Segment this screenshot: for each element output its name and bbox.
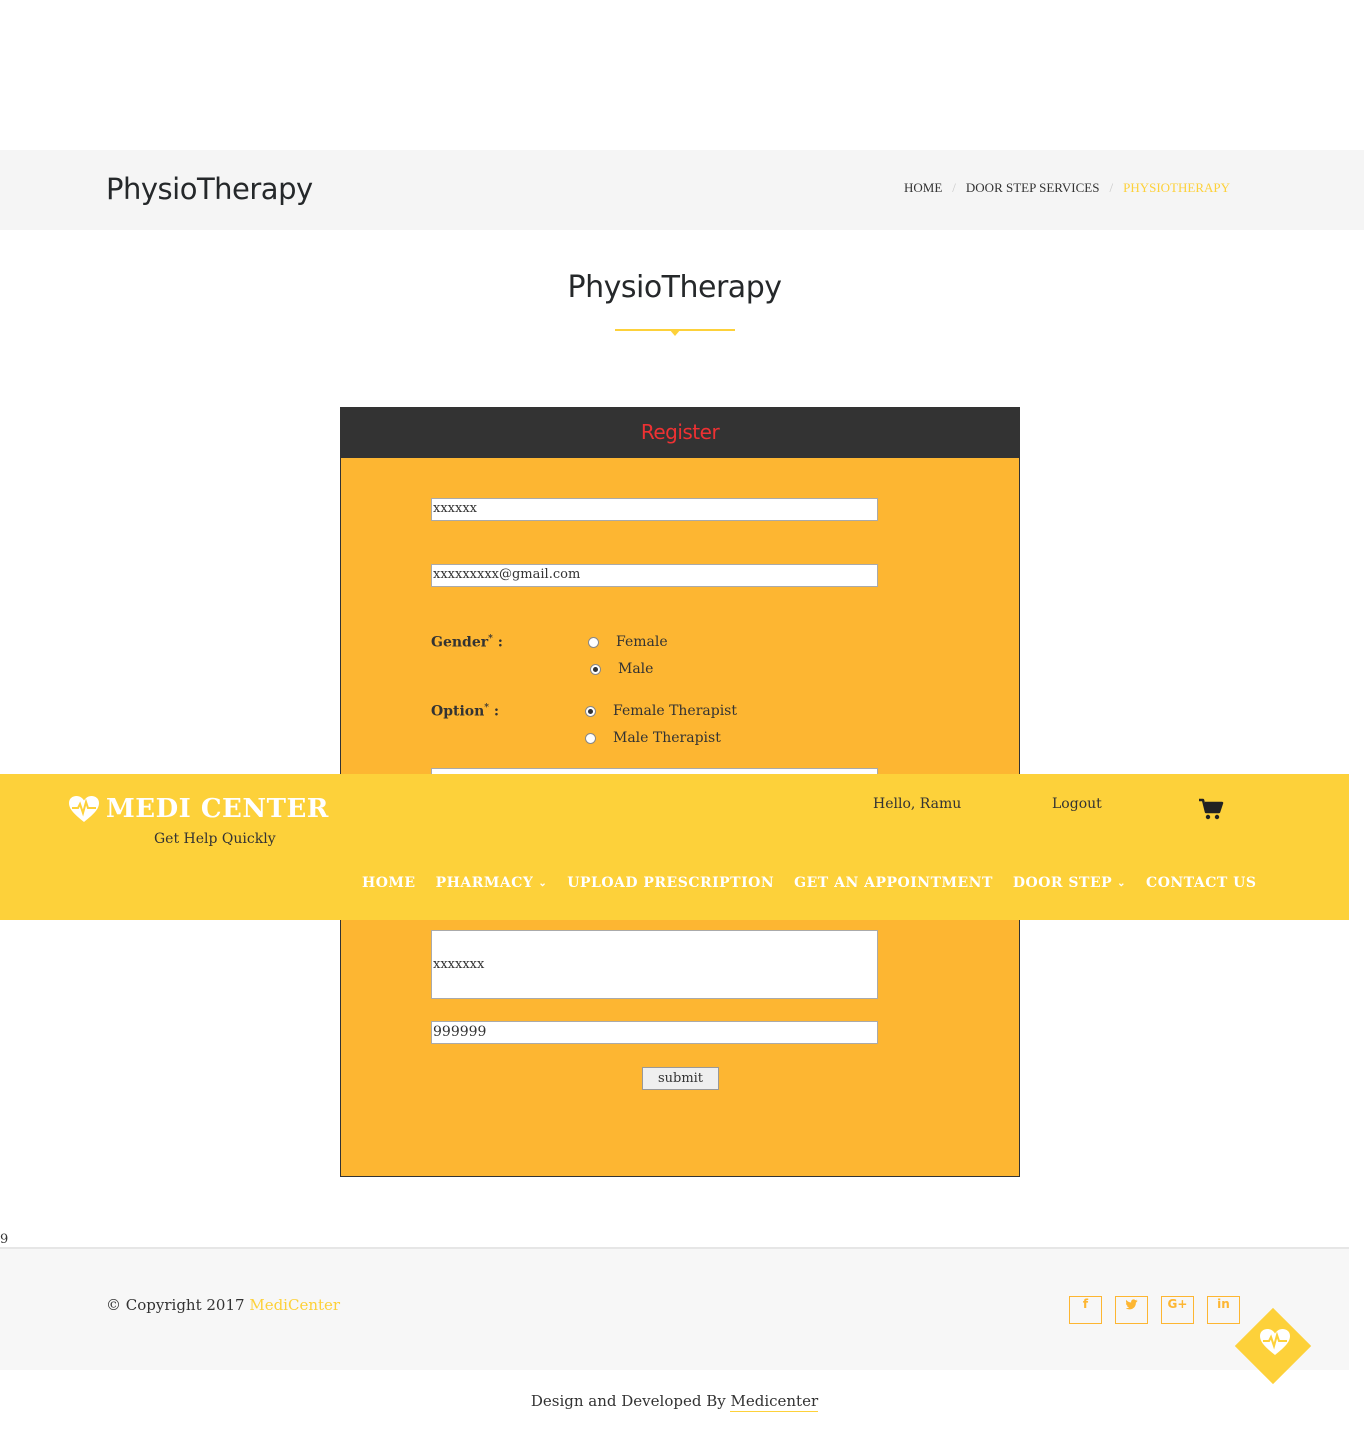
linkedin-icon[interactable]: in [1207,1296,1240,1324]
radio-button[interactable] [585,732,596,744]
tagline: Get Help Quickly [154,831,276,847]
page-title: PhysioTherapy [106,172,313,206]
address-textarea[interactable]: xxxxxxx [431,930,878,999]
footer: © Copyright 2017 MediCenter f G+ in [0,1249,1349,1370]
twitter-icon[interactable] [1115,1296,1148,1324]
breadcrumb-home[interactable]: HOME [904,180,942,196]
breadcrumb-door-step-services[interactable]: DOOR STEP SERVICES [966,180,1100,196]
radio-button[interactable] [588,636,599,648]
therapist-option-female[interactable]: Female Therapist [585,703,737,719]
therapist-option-label: Female Therapist [613,703,737,719]
nav-contact-us[interactable]: CONTACT US [1146,875,1256,891]
user-greeting: Hello, Ramu [873,796,962,812]
breadcrumb-separator: / [1109,180,1114,195]
heart-pulse-icon [69,796,99,822]
site-header: MEDI CENTER Get Help Quickly Hello, Ramu… [0,774,1349,920]
radio-button-selected[interactable] [585,705,596,717]
heart-pulse-icon [1260,1329,1290,1355]
submit-button[interactable]: submit [642,1067,719,1090]
chevron-down-icon: ⌄ [538,877,548,889]
gender-label: Gender* : [431,634,503,651]
developer-credits: Design and Developed By Medicenter [530,1392,819,1412]
name-field[interactable]: xxxxxx [431,498,878,521]
gender-option-label: Male [618,661,654,677]
breadcrumb: HOME / DOOR STEP SERVICES / PHYSIOTHERAP… [904,180,1230,196]
nav-upload-prescription[interactable]: UPLOAD PRESCRIPTION [567,875,774,891]
page-title-bar: PhysioTherapy HOME / DOOR STEP SERVICES … [0,150,1364,230]
pincode-field[interactable]: 999999 [431,1021,878,1044]
gender-option-female[interactable]: Female [588,634,668,650]
radio-button-selected[interactable] [590,663,601,675]
shopping-cart-icon[interactable] [1198,798,1224,824]
nav-home[interactable]: HOME [362,875,416,891]
google-plus-icon[interactable]: G+ [1161,1296,1194,1324]
nav-get-appointment[interactable]: GET AN APPOINTMENT [794,875,993,891]
register-panel-header: Register [341,408,1019,458]
copyright: © Copyright 2017 MediCenter [106,1296,341,1314]
logout-link[interactable]: Logout [1052,796,1102,812]
nav-pharmacy[interactable]: PHARMACY ⌄ [436,875,548,891]
nav-door-step[interactable]: DOOR STEP ⌄ [1013,875,1126,891]
section-title: PhysioTherapy [567,270,783,305]
register-heading: Register [640,420,720,444]
option-label: Option* : [431,703,500,720]
chevron-down-icon: ⌄ [1117,877,1127,889]
brand-name: MEDI CENTER [106,794,329,824]
developer-link[interactable]: Medicenter [730,1392,819,1412]
email-field[interactable]: xxxxxxxxx@gmail.com [431,564,878,587]
facebook-icon[interactable]: f [1069,1296,1102,1324]
title-underline-arrow [669,329,681,336]
main-nav: HOME PHARMACY ⌄ UPLOAD PRESCRIPTION GET A… [362,875,1276,891]
breadcrumb-current: PHYSIOTHERAPY [1123,180,1230,195]
therapist-option-label: Male Therapist [613,730,721,746]
logo[interactable]: MEDI CENTER [68,794,329,824]
gender-option-label: Female [616,634,668,650]
breadcrumb-separator: / [952,180,956,195]
footer-brand-link[interactable]: MediCenter [249,1296,340,1314]
stray-text: 9 [0,1232,9,1247]
gender-option-male[interactable]: Male [590,661,653,677]
therapist-option-male[interactable]: Male Therapist [585,730,721,746]
